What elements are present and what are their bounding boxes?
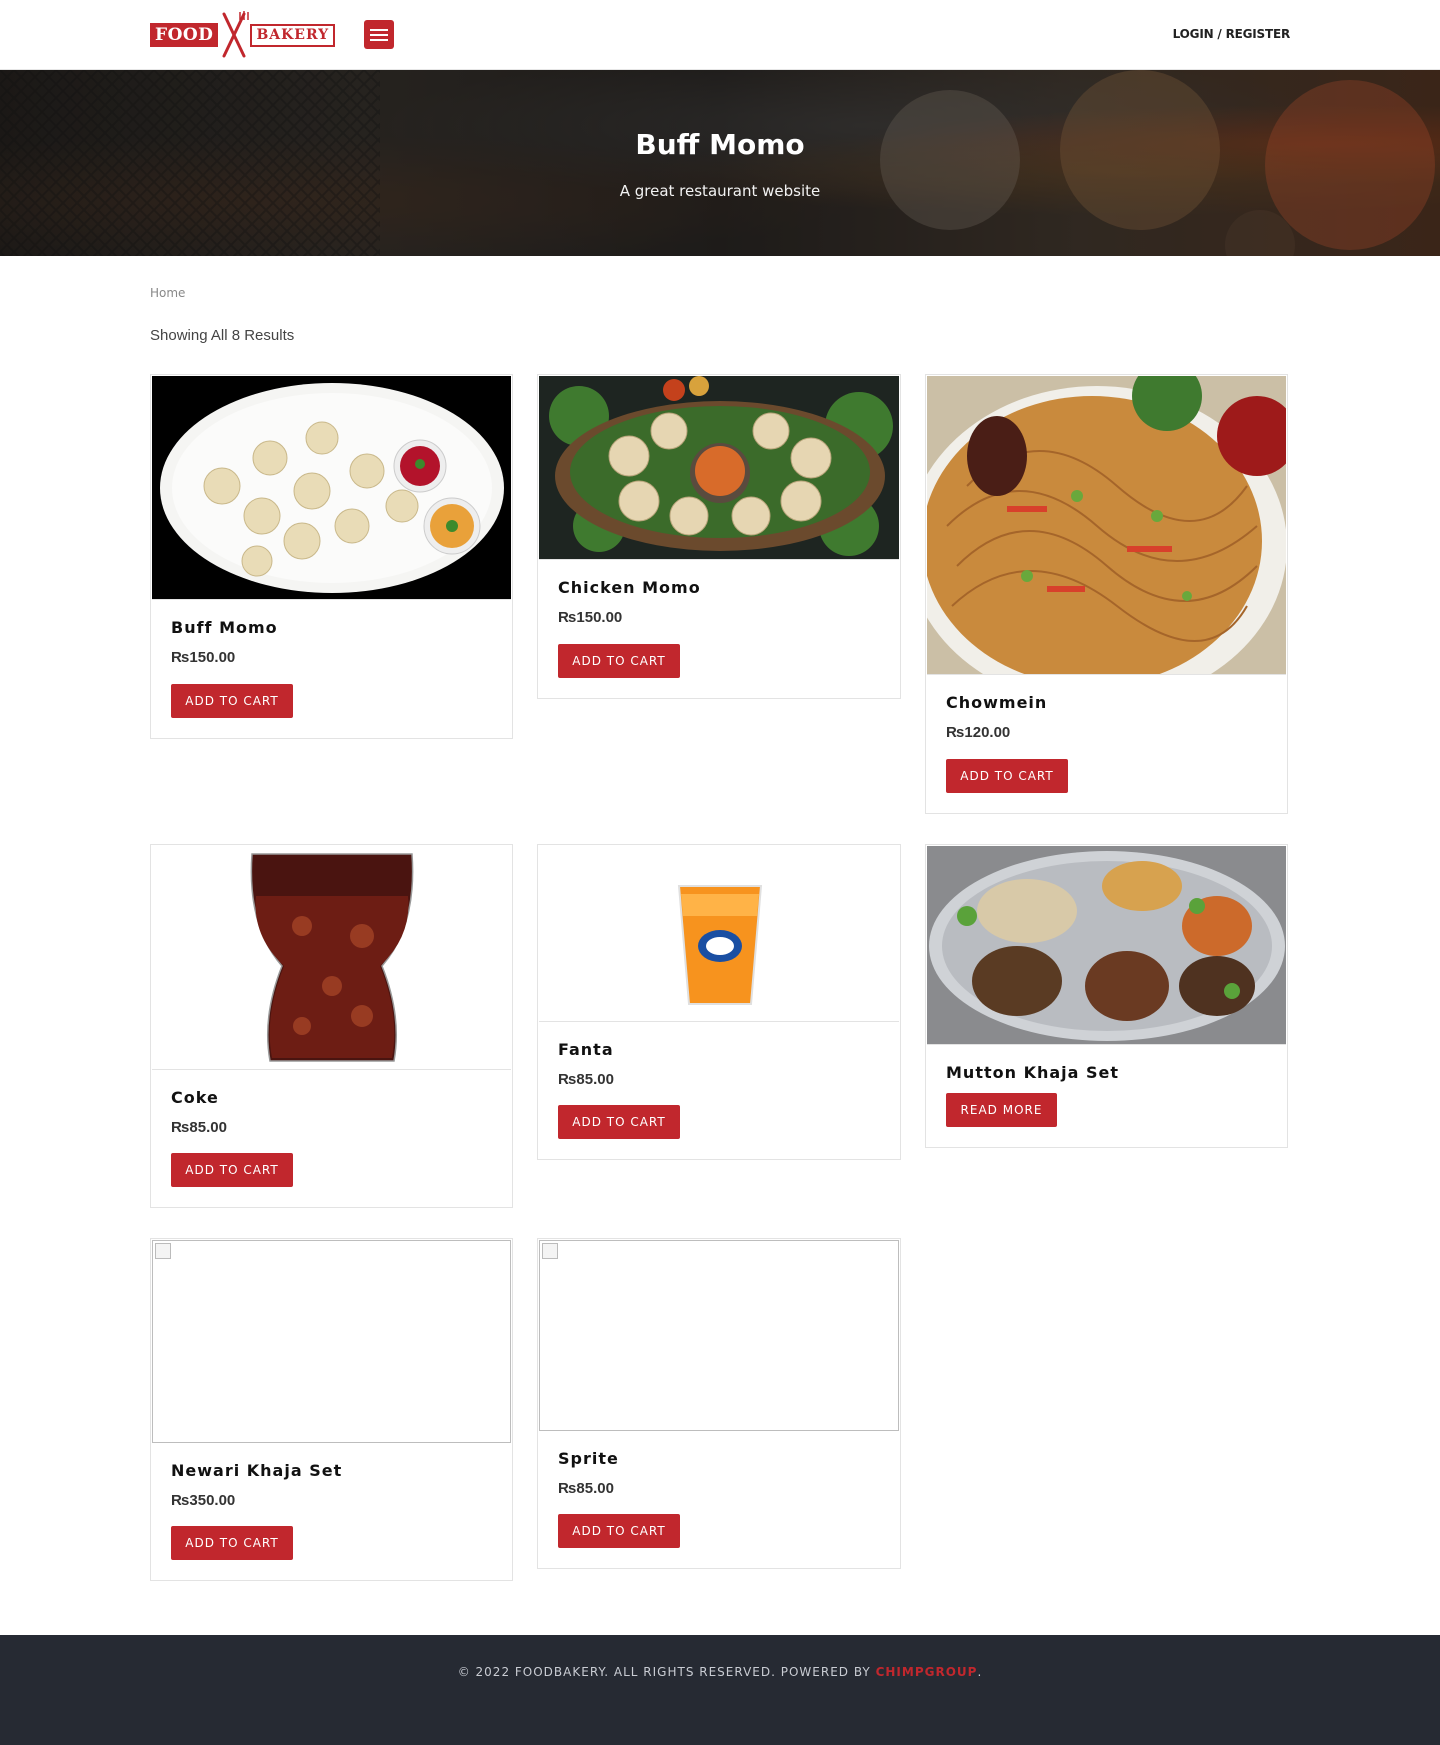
product-image-sprite[interactable] [539,1240,899,1431]
add-to-cart-button[interactable]: ADD TO CART [171,684,293,718]
breadcrumb-home-link[interactable]: Home [150,286,185,300]
product-card: Buff Momo ₨150.00 ADD TO CART [150,374,513,739]
product-price: ₨85.00 [558,1071,614,1088]
price-value: 350.00 [189,1492,236,1509]
product-price: ₨150.00 [171,649,235,666]
product-name[interactable]: Coke [171,1088,219,1107]
product-price: ₨150.00 [558,609,622,626]
footer-end: . [977,1665,983,1679]
price-value: 150.00 [576,609,623,626]
logo-food-text: FOOD [150,23,219,47]
product-name[interactable]: Mutton Khaja Set [946,1063,1119,1082]
footer-copyright: © 2022 FOODBAKERY. ALL RIGHTS RESERVED. … [0,1665,1440,1679]
product-name[interactable]: Chicken Momo [558,578,701,597]
product-image-chowmein[interactable] [927,376,1286,675]
logo-bakery-text: BAKERY [250,23,336,47]
product-price: ₨120.00 [946,724,1010,741]
broken-image-icon [542,1243,558,1259]
product-card: Chowmein ₨120.00 ADD TO CART [925,374,1288,814]
product-card: Mutton Khaja Set READ MORE [925,844,1288,1148]
site-logo[interactable]: FOOD BAKERY [150,10,336,60]
product-image-fanta[interactable] [539,846,899,1022]
product-card: Fanta ₨85.00 ADD TO CART [537,844,901,1160]
product-card: Newari Khaja Set ₨350.00 ADD TO CART [150,1238,513,1581]
product-name[interactable]: Fanta [558,1040,614,1059]
product-name[interactable]: Newari Khaja Set [171,1461,342,1480]
product-price: ₨350.00 [171,1492,235,1509]
hero-banner: Buff Momo A great restaurant website [0,70,1440,256]
hero-subtitle: A great restaurant website [619,182,821,200]
currency-symbol: ₨ [946,724,965,741]
results-count: Showing All 8 Results [150,327,295,344]
product-image-mutton-khaja-set[interactable] [927,846,1286,1045]
login-register-link[interactable]: LOGIN / REGISTER [1173,27,1291,41]
price-value: 120.00 [964,724,1011,741]
price-value: 85.00 [576,1071,614,1088]
currency-symbol: ₨ [171,1119,190,1136]
add-to-cart-button[interactable]: ADD TO CART [558,1105,680,1139]
menu-toggle-button[interactable] [364,20,394,49]
add-to-cart-button[interactable]: ADD TO CART [946,759,1068,793]
site-header: FOOD BAKERY LOGIN / REGISTER [0,0,1440,70]
product-image-chicken-momo[interactable] [539,376,899,560]
product-name[interactable]: Buff Momo [171,618,278,637]
breadcrumb: Home [150,286,185,300]
price-value: 150.00 [189,649,236,666]
add-to-cart-button[interactable]: ADD TO CART [558,644,680,678]
add-to-cart-button[interactable]: ADD TO CART [171,1526,293,1560]
product-name[interactable]: Sprite [558,1449,619,1468]
product-image-buff-momo[interactable] [152,376,511,600]
price-value: 85.00 [189,1119,227,1136]
add-to-cart-button[interactable]: ADD TO CART [558,1514,680,1548]
currency-symbol: ₨ [558,609,577,626]
add-to-cart-button[interactable]: ADD TO CART [171,1153,293,1187]
read-more-button[interactable]: READ MORE [946,1093,1057,1127]
price-value: 85.00 [576,1480,614,1497]
product-card: Sprite ₨85.00 ADD TO CART [537,1238,901,1569]
hero-background-pattern [0,70,1435,256]
hero-title: Buff Momo [635,128,805,161]
product-image-newari-khaja-set[interactable] [152,1240,511,1443]
currency-symbol: ₨ [171,649,190,666]
footer-powered-by-link[interactable]: CHIMPGROUP [876,1665,978,1679]
currency-symbol: ₨ [171,1492,190,1509]
product-card: Chicken Momo ₨150.00 ADD TO CART [537,374,901,699]
product-name[interactable]: Chowmein [946,693,1047,712]
product-image-coke[interactable] [152,846,511,1070]
site-footer: © 2022 FOODBAKERY. ALL RIGHTS RESERVED. … [0,1635,1440,1745]
product-price: ₨85.00 [558,1480,614,1497]
currency-symbol: ₨ [558,1480,577,1497]
broken-image-icon [155,1243,171,1259]
fork-knife-icon [218,10,250,60]
product-card: Coke ₨85.00 ADD TO CART [150,844,513,1208]
footer-copyright-text: © 2022 FOODBAKERY. ALL RIGHTS RESERVED. … [457,1665,876,1679]
hamburger-icon [370,28,388,31]
product-price: ₨85.00 [171,1119,227,1136]
currency-symbol: ₨ [558,1071,577,1088]
